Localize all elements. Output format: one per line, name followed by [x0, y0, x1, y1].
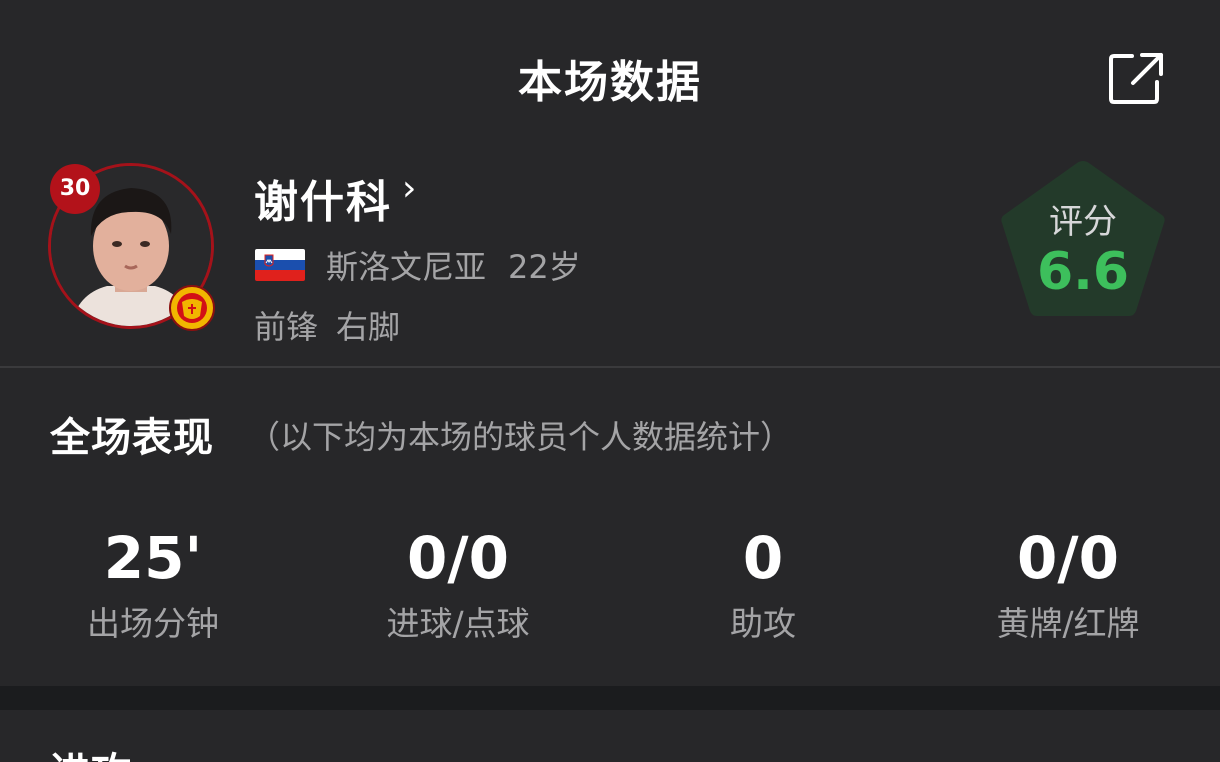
- match-stats-screen: 本场数据 30 谢什科 › 斯洛文尼亚 22岁 前锋 右脚 评分 6.6 全场表…: [0, 0, 1220, 762]
- stat-value: 0/0: [1017, 524, 1119, 592]
- section-divider: [0, 366, 1220, 368]
- share-external-icon: [1109, 53, 1163, 104]
- page-title: 本场数据: [518, 57, 702, 108]
- slovenia-flag-icon: [255, 249, 305, 281]
- player-age: 22岁: [508, 248, 581, 286]
- player-name[interactable]: 谢什科: [254, 166, 392, 230]
- stat-value: 25': [103, 524, 203, 592]
- stat-assists: 0 助攻: [638, 524, 888, 644]
- jersey-number-badge: 30: [50, 164, 100, 214]
- player-preferred-foot: 右脚: [336, 308, 401, 346]
- stat-label: 助攻: [730, 604, 796, 643]
- rating-value: 6.6: [1036, 242, 1130, 302]
- club-crest-icon: [168, 284, 216, 332]
- stat-yellow-red-cards: 0/0 黄牌/红牌: [943, 524, 1193, 644]
- stat-label: 进球/点球: [386, 604, 530, 643]
- stat-value: 0/0: [407, 524, 509, 592]
- stat-minutes-played: 25' 出场分钟: [28, 524, 278, 644]
- performance-section-subtitle: （以下均为本场的球员个人数据统计）: [248, 418, 793, 456]
- performance-section-title: 全场表现: [50, 415, 214, 461]
- player-nationality: 斯洛文尼亚: [326, 248, 487, 286]
- attack-section-panel: [0, 710, 1220, 762]
- stat-goals-penalties: 0/0 进球/点球: [333, 524, 583, 644]
- stat-label: 出场分钟: [87, 604, 219, 643]
- rating-label: 评分: [1049, 202, 1117, 242]
- stat-value: 0: [742, 524, 784, 592]
- chevron-right-icon[interactable]: ›: [402, 168, 416, 209]
- attack-section-title: 进攻: [50, 740, 132, 762]
- share-button[interactable]: [1106, 50, 1166, 106]
- player-position: 前锋: [254, 308, 319, 346]
- stat-label: 黄牌/红牌: [996, 604, 1140, 643]
